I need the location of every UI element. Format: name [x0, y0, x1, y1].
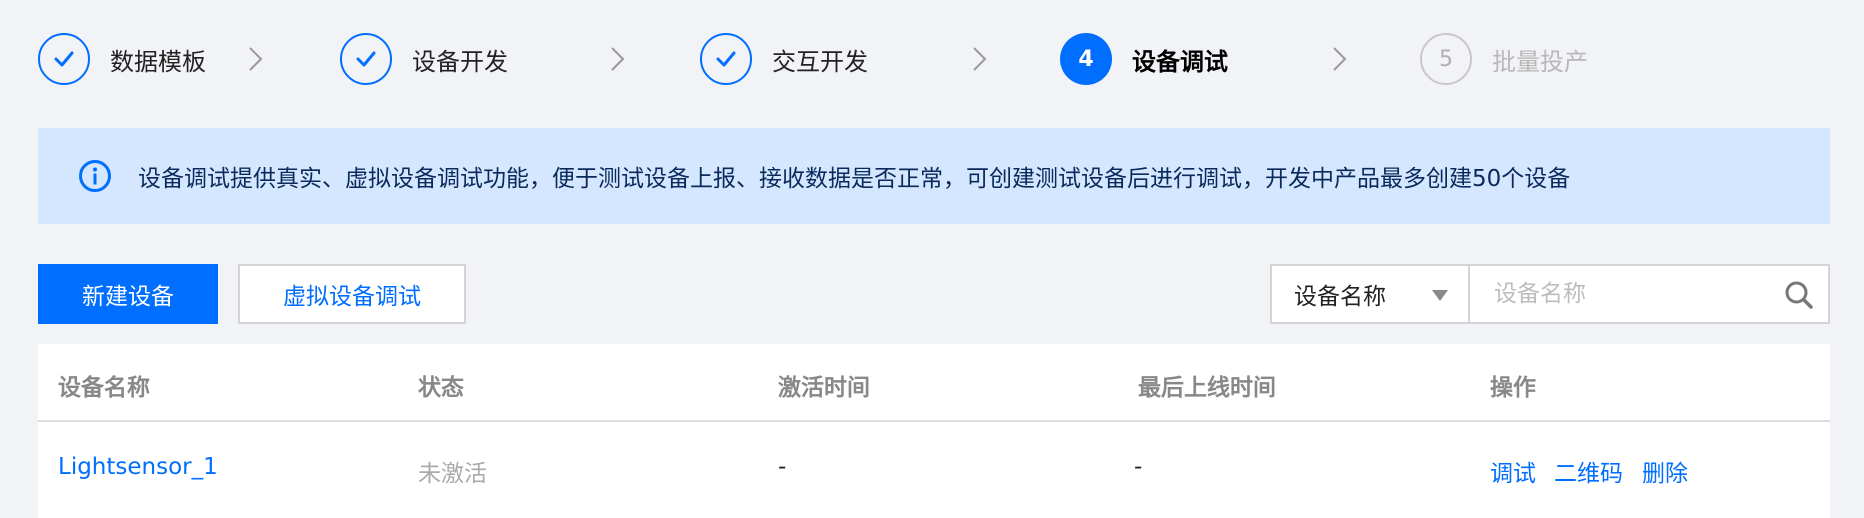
step-label: 数据模板: [110, 47, 206, 76]
status-text: 未激活: [418, 461, 487, 487]
activated-time: -: [778, 454, 787, 480]
search-box: [1470, 264, 1830, 324]
step-number: 4: [1060, 33, 1112, 85]
banner-text: 设备调试提供真实、虚拟设备调试功能，便于测试设备上报、接收数据是否正常，可创建测…: [138, 166, 1571, 192]
info-banner: 设备调试提供真实、虚拟设备调试功能，便于测试设备上报、接收数据是否正常，可创建测…: [38, 128, 1830, 224]
step-interaction-dev[interactable]: 交互开发: [700, 32, 868, 86]
step-mass-production[interactable]: 5 批量投产: [1420, 32, 1588, 86]
virtual-debug-button[interactable]: 虚拟设备调试: [238, 264, 466, 324]
search-input[interactable]: [1470, 266, 1760, 322]
step-device-debug[interactable]: 4 设备调试: [1060, 32, 1228, 86]
table-header: 设备名称 状态 激活时间 最后上线时间 操作: [38, 344, 1830, 422]
chevron-right-icon: [973, 47, 987, 71]
step-device-dev[interactable]: 设备开发: [340, 32, 508, 86]
check-icon: [700, 33, 752, 85]
step-label: 批量投产: [1492, 47, 1588, 76]
chevron-right-icon: [1333, 47, 1347, 71]
steps-bar: 数据模板 设备开发 交互开发 4 设备调试 5 批量投产: [38, 32, 1838, 86]
step-data-template[interactable]: 数据模板: [38, 32, 206, 86]
check-icon: [340, 33, 392, 85]
chevron-right-icon: [611, 47, 625, 71]
step-number: 5: [1420, 33, 1472, 85]
chevron-right-icon: [249, 47, 263, 71]
search-icon[interactable]: [1784, 280, 1814, 310]
debug-link[interactable]: 调试: [1490, 454, 1536, 488]
step-label: 交互开发: [772, 47, 868, 76]
filter-select-value: 设备名称: [1294, 284, 1386, 310]
column-header: 激活时间: [778, 375, 870, 401]
qrcode-link[interactable]: 二维码: [1554, 454, 1623, 488]
column-header: 操作: [1490, 375, 1536, 401]
device-name-link[interactable]: Lightsensor_1: [58, 454, 218, 480]
check-icon: [38, 33, 90, 85]
filter-select[interactable]: 设备名称: [1270, 264, 1470, 324]
delete-link[interactable]: 删除: [1642, 454, 1688, 488]
create-device-button[interactable]: 新建设备: [38, 264, 218, 324]
column-header: 状态: [418, 375, 464, 401]
device-table: 设备名称 状态 激活时间 最后上线时间 操作 Lightsensor_1 未激活…: [38, 344, 1830, 518]
info-icon: [79, 160, 111, 192]
step-label: 设备调试: [1132, 47, 1228, 76]
last-online-time: -: [1134, 454, 1143, 480]
column-header: 最后上线时间: [1138, 375, 1276, 401]
caret-down-icon: [1432, 290, 1448, 301]
step-label: 设备开发: [412, 47, 508, 76]
column-header: 设备名称: [58, 375, 150, 401]
